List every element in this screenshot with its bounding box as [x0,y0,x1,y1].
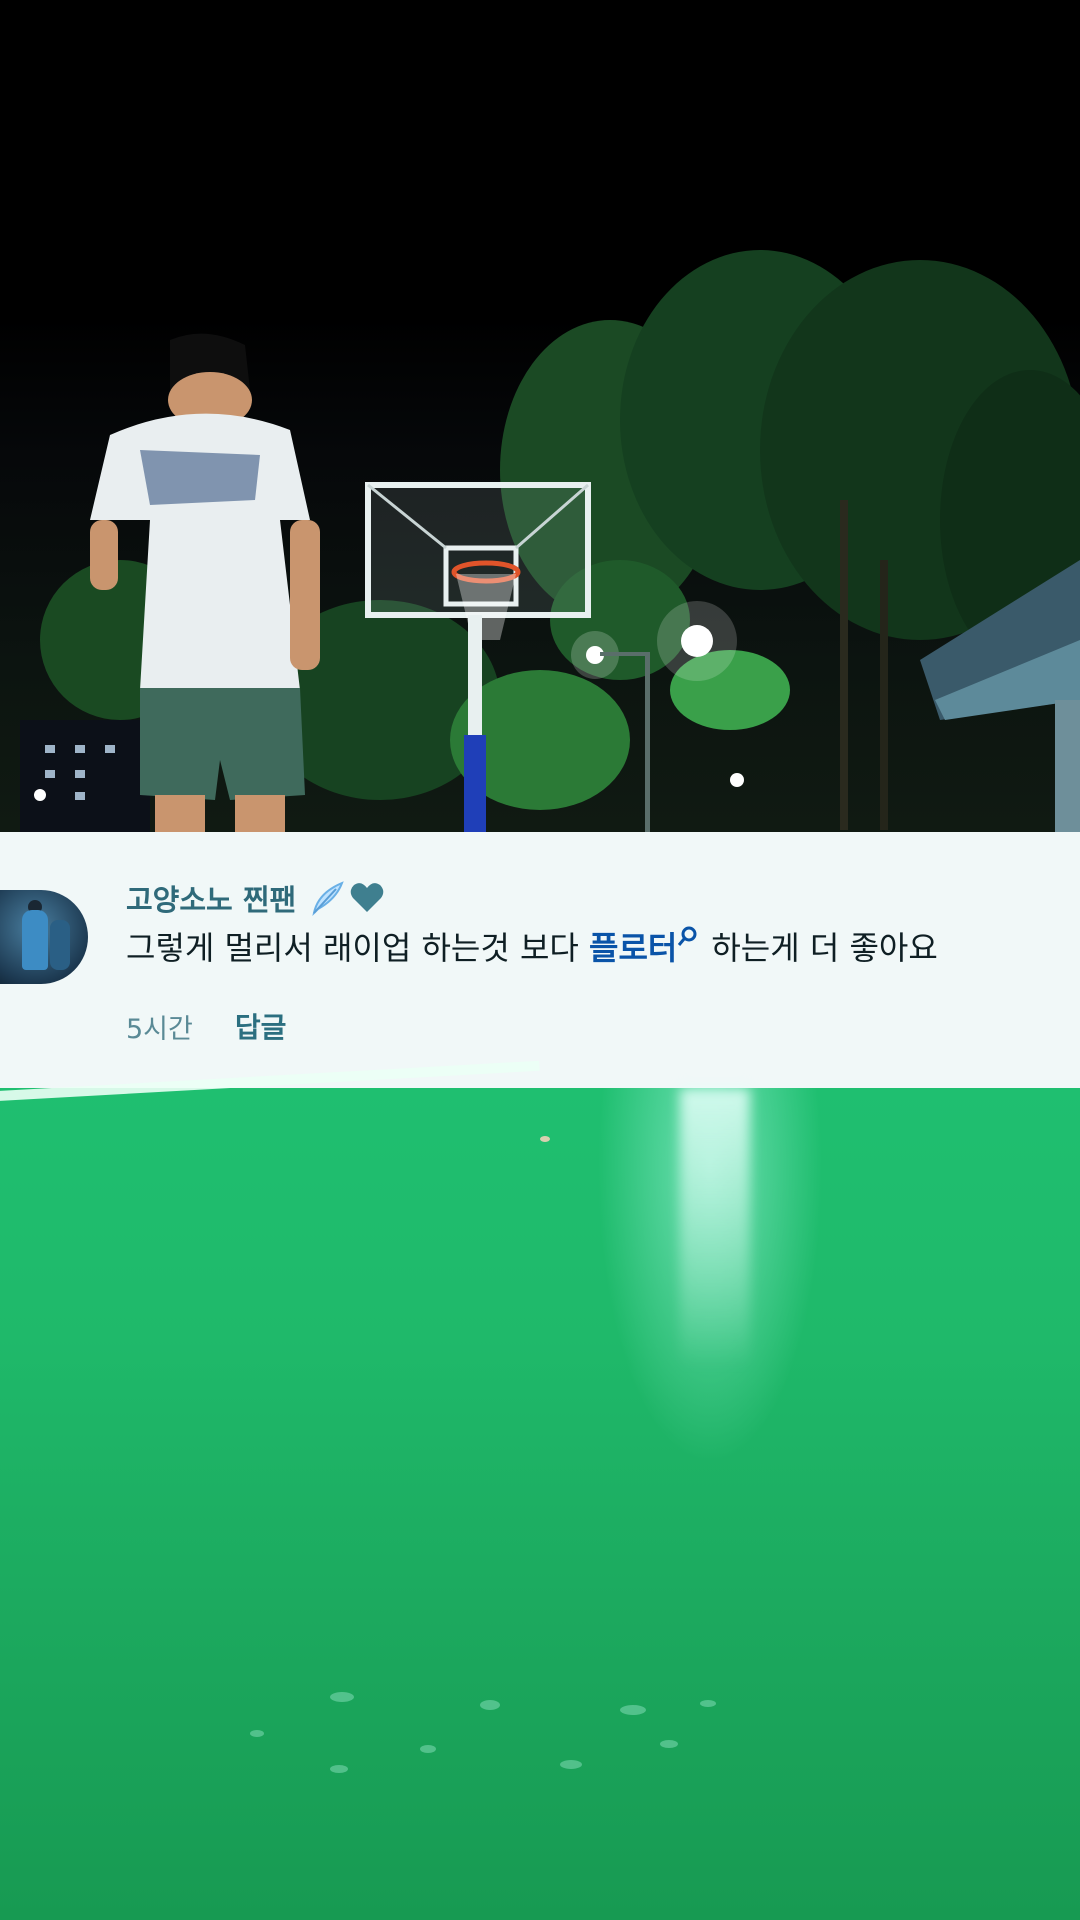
search-link[interactable]: 플로터 [589,929,677,967]
comment-username[interactable]: 고양소노 찐팬 [126,877,296,919]
court-spot [660,1740,678,1748]
court-spot [330,1692,354,1702]
video-frame-bottom[interactable] [0,1088,1080,1920]
court-spot [540,1136,550,1142]
comment-timestamp: 5시간 [126,1013,193,1045]
feather-icon [312,881,344,917]
building-left [20,720,150,832]
court-spot [250,1730,264,1737]
comment-header: 고양소노 찐팬 [126,876,386,920]
comment-text-prefix: 그렇게 멀리서 래이업 하는것 보다 [126,929,590,967]
comment-body: 그렇게 멀리서 래이업 하는것 보다 플로터 하는게 더 좋아요 [126,922,1066,974]
court-spot [560,1760,582,1769]
court-spot [330,1765,348,1773]
video-screen[interactable]: 고양소노 찐팬 그렇게 멀리서 래이업 하는것 보다 플로터 하는게 더 좋아요 … [0,0,1080,1920]
teal-heart-icon [350,883,384,912]
comment-meta: 5시간 답글 [126,1004,286,1048]
reply-button[interactable]: 답글 [235,1006,287,1046]
comment-text-suffix: 하는게 더 좋아요 [711,929,938,967]
video-frame-top[interactable] [0,0,1080,832]
court-spot [700,1700,716,1707]
light-reflection [680,1088,750,1368]
court-spot [420,1745,436,1753]
night-court-scene [20,250,1080,832]
court-spot [620,1705,646,1715]
court-spot [480,1700,500,1710]
search-icon[interactable] [677,924,699,952]
